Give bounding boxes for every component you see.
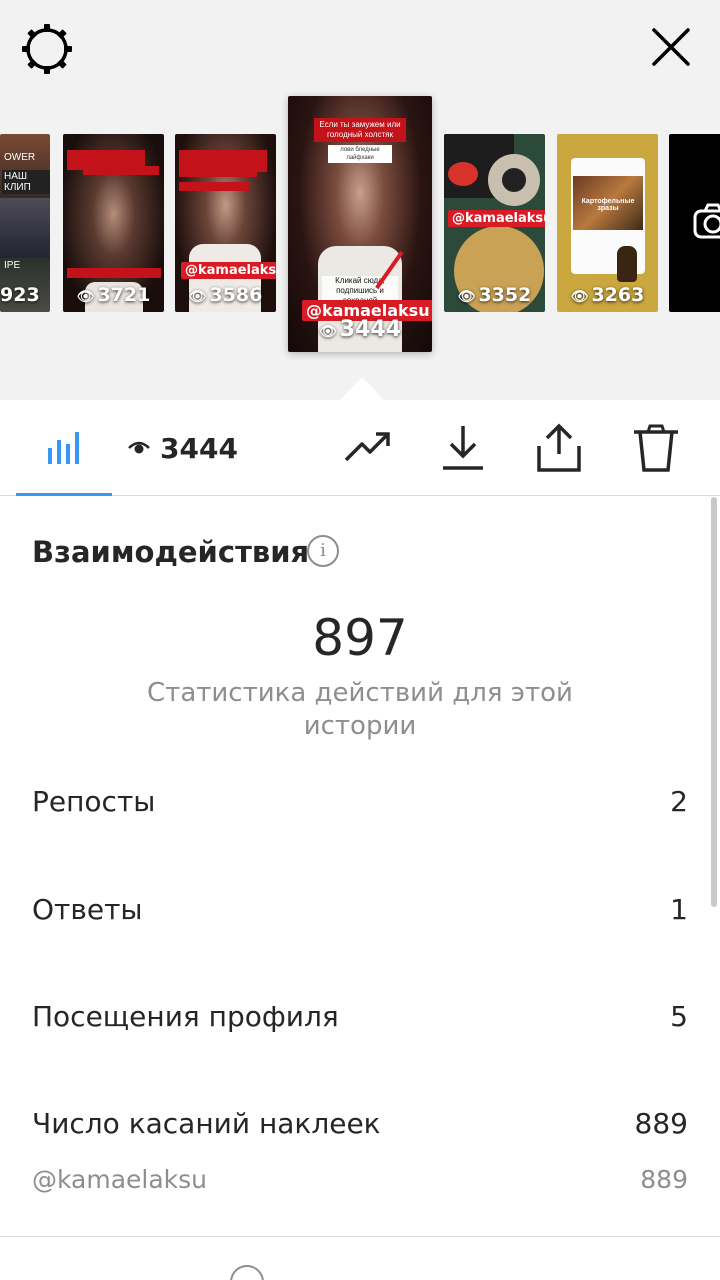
stat-value: 1 — [670, 893, 688, 926]
story-views: 👁 3352 — [457, 284, 532, 306]
story-caption-box — [83, 166, 159, 175]
story-views: 923 — [0, 284, 40, 306]
insights-panel: Взаимодействия i 897 Статистика действий… — [0, 497, 720, 1280]
info-icon[interactable] — [230, 1265, 264, 1280]
download-icon — [443, 426, 483, 470]
story-caption: OWER — [4, 152, 36, 163]
story-views: 👁 3444 — [318, 317, 401, 342]
gear-icon — [22, 24, 72, 74]
info-icon[interactable]: i — [307, 535, 339, 567]
story-thumbnail[interactable]: @kamaelaksu 👁 3586 — [175, 134, 276, 312]
stat-value: 2 — [670, 785, 688, 818]
stat-label: Ответы — [32, 893, 143, 926]
story-caption: НАШ КЛИП — [2, 170, 50, 194]
story-handle: @kamaelaksu — [181, 262, 276, 279]
tab-insights[interactable] — [16, 400, 112, 496]
tab-viewers[interactable]: 3444 — [128, 430, 238, 466]
share-button[interactable] — [533, 422, 585, 474]
story-caption-box — [179, 182, 249, 191]
divider — [0, 1236, 720, 1237]
interactions-subtitle: Статистика действий для этой истории — [147, 678, 573, 741]
close-button[interactable] — [648, 24, 694, 70]
story-strip-area: OWER НАШ КЛИП IPE 923 👁 3721 @kamaelaksu … — [0, 0, 720, 400]
eye-icon — [128, 441, 150, 454]
stat-row-profile-visits: Посещения профиля 5 — [32, 1000, 688, 1033]
trash-icon — [634, 424, 678, 472]
interactions-total: 897 — [312, 609, 408, 667]
stat-value: 5 — [670, 1000, 688, 1033]
selected-pointer — [340, 377, 384, 400]
section-title: Взаимодействия — [32, 535, 310, 569]
share-icon — [537, 423, 581, 472]
close-icon — [652, 28, 690, 66]
stat-value: 889 — [634, 1107, 688, 1140]
story-caption: Картофельные зразы — [581, 198, 635, 212]
stat-label: Число касаний наклеек — [32, 1107, 381, 1140]
stat-label: Репосты — [32, 785, 156, 818]
tab-underline — [16, 493, 112, 496]
stat-row-sticker-handle: @kamaelaksu 889 — [32, 1165, 688, 1194]
story-caption-box — [67, 268, 161, 278]
view-count-label: 3444 — [160, 431, 238, 465]
promote-button[interactable] — [342, 422, 394, 474]
stat-value: 889 — [640, 1165, 688, 1194]
scrollbar[interactable] — [711, 497, 717, 907]
settings-button[interactable] — [20, 22, 74, 76]
story-caption: IPE — [4, 260, 21, 271]
story-thumbnail[interactable]: OWER НАШ КЛИП IPE 923 — [0, 134, 50, 312]
camera-icon — [693, 203, 720, 239]
download-button[interactable] — [437, 422, 489, 474]
story-toolbar: 3444 — [0, 400, 720, 496]
story-caption-box — [179, 168, 257, 177]
stat-label: Посещения профиля — [32, 1000, 339, 1033]
trending-icon — [344, 432, 390, 462]
story-thumbnail[interactable]: @kamaelaksu 👁 3352 — [444, 134, 545, 312]
story-handle: @kamaelaksu — [448, 210, 545, 227]
story-thumbnail-selected[interactable]: Если ты замужем или голодный холстяк лов… — [288, 96, 432, 352]
stat-label: @kamaelaksu — [32, 1165, 208, 1194]
story-thumbnail[interactable]: 👁 3721 — [63, 134, 164, 312]
stat-row-sticker-taps: Число касаний наклеек 889 — [32, 1107, 688, 1140]
stat-row-replies: Ответы 1 — [32, 893, 688, 926]
story-views: 👁 3263 — [570, 284, 645, 306]
add-story-button[interactable] — [669, 134, 720, 312]
story-caption: Если ты замужем или голодный холстяк — [314, 118, 406, 142]
bar-chart-icon — [48, 432, 79, 464]
story-caption-small: лови бледные лайфхаки — [328, 145, 392, 163]
story-views: 👁 3721 — [76, 284, 151, 306]
story-thumbnail[interactable]: Картофельные зразы 👁 3263 — [557, 134, 658, 312]
stat-row-reposts: Репосты 2 — [32, 785, 688, 818]
story-views: 👁 3586 — [188, 284, 263, 306]
delete-button[interactable] — [630, 422, 682, 474]
